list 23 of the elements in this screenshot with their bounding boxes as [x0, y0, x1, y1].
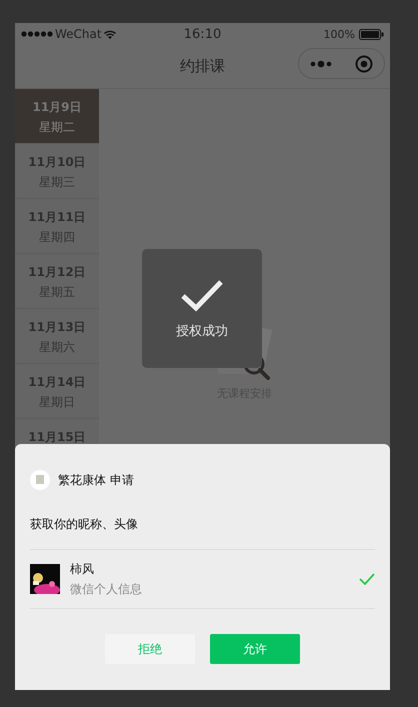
page-title: 约排课	[180, 57, 225, 76]
date-tab[interactable]: 11月9日 星期二	[15, 89, 99, 144]
date-label: 11月9日	[32, 99, 82, 116]
carrier-name: WeChat	[55, 27, 102, 41]
status-time: 16:10	[182, 26, 222, 42]
account-option[interactable]: 柿风 微信个人信息	[30, 549, 375, 609]
check-icon	[180, 278, 224, 312]
allow-button[interactable]: 允许	[210, 634, 300, 664]
reject-button[interactable]: 拒绝	[105, 634, 195, 664]
app-logo-icon	[30, 470, 50, 490]
wifi-icon	[104, 30, 116, 38]
more-icon[interactable]	[310, 60, 332, 68]
permission-scope: 获取你的昵称、头像	[30, 516, 139, 533]
account-subtitle: 微信个人信息	[70, 580, 143, 598]
capsule-menu[interactable]	[298, 48, 385, 79]
account-name: 柿风	[70, 560, 95, 578]
signal-icon	[21, 31, 53, 37]
toast-message: 授权成功	[176, 322, 228, 340]
app-request-title: 繁花康体 申请	[58, 472, 134, 488]
battery-percent: 100%	[324, 28, 355, 40]
close-target-icon[interactable]	[354, 54, 373, 72]
weekday-label: 星期二	[39, 119, 75, 136]
battery-icon	[359, 28, 384, 40]
